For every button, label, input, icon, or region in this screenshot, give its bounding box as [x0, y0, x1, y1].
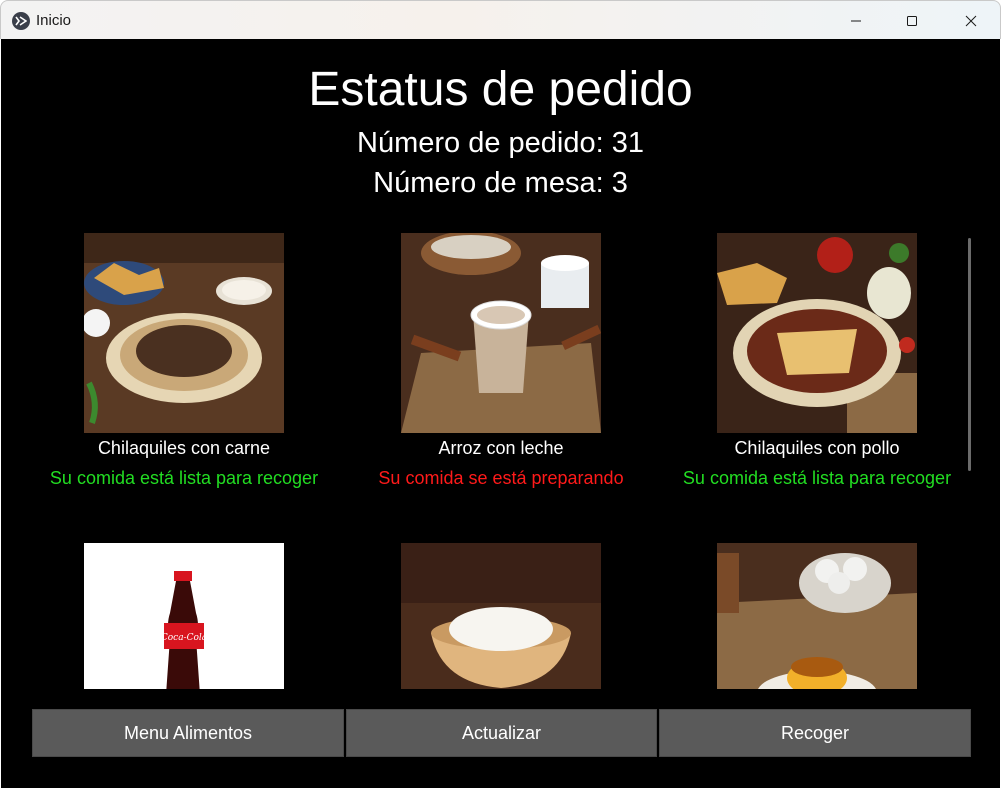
close-icon [965, 15, 977, 26]
scrollbar[interactable] [968, 238, 971, 471]
item-name: Chilaquiles con carne [97, 438, 271, 458]
order-items-scrollview[interactable]: Chilaquiles con carne Su comida está lis… [1, 233, 1000, 689]
minimize-button[interactable] [826, 1, 886, 40]
page-title: Estatus de pedido [308, 63, 693, 116]
menu-alimentos-button[interactable]: Menu Alimentos [32, 709, 344, 757]
item-name: Chilaquiles con pollo [734, 438, 900, 458]
crema-bowl-photo [401, 543, 601, 689]
close-button[interactable] [941, 1, 1001, 40]
svg-text:Coca-Cola: Coca-Cola [161, 633, 207, 643]
coca-cola-bottle-photo: Coca-Cola [84, 543, 284, 689]
arroz-con-leche-photo [401, 233, 601, 433]
chilaquiles-pollo-photo [717, 233, 917, 433]
window-title: Inicio [36, 12, 72, 29]
maximize-icon [907, 15, 917, 26]
chilaquiles-carne-photo [84, 233, 284, 433]
minimize-icon [851, 20, 861, 21]
app-icon [12, 12, 30, 30]
maximize-button[interactable] [882, 1, 942, 40]
actualizar-button[interactable]: Actualizar [346, 709, 657, 757]
item-name: Arroz con leche [438, 438, 564, 458]
order-number: Número de pedido: 31 [357, 127, 644, 159]
window-titlebar[interactable]: Inicio [0, 0, 1001, 39]
item-status: Su comida está lista para recoger [49, 468, 319, 488]
app-surface: Estatus de pedido Número de pedido: 31 N… [1, 39, 1000, 788]
item-status: Su comida se está preparando [378, 468, 624, 488]
table-number: Número de mesa: 3 [373, 167, 628, 199]
item-status: Su comida está lista para recoger [682, 468, 952, 488]
recoger-button[interactable]: Recoger [659, 709, 971, 757]
flan-photo [717, 543, 917, 689]
